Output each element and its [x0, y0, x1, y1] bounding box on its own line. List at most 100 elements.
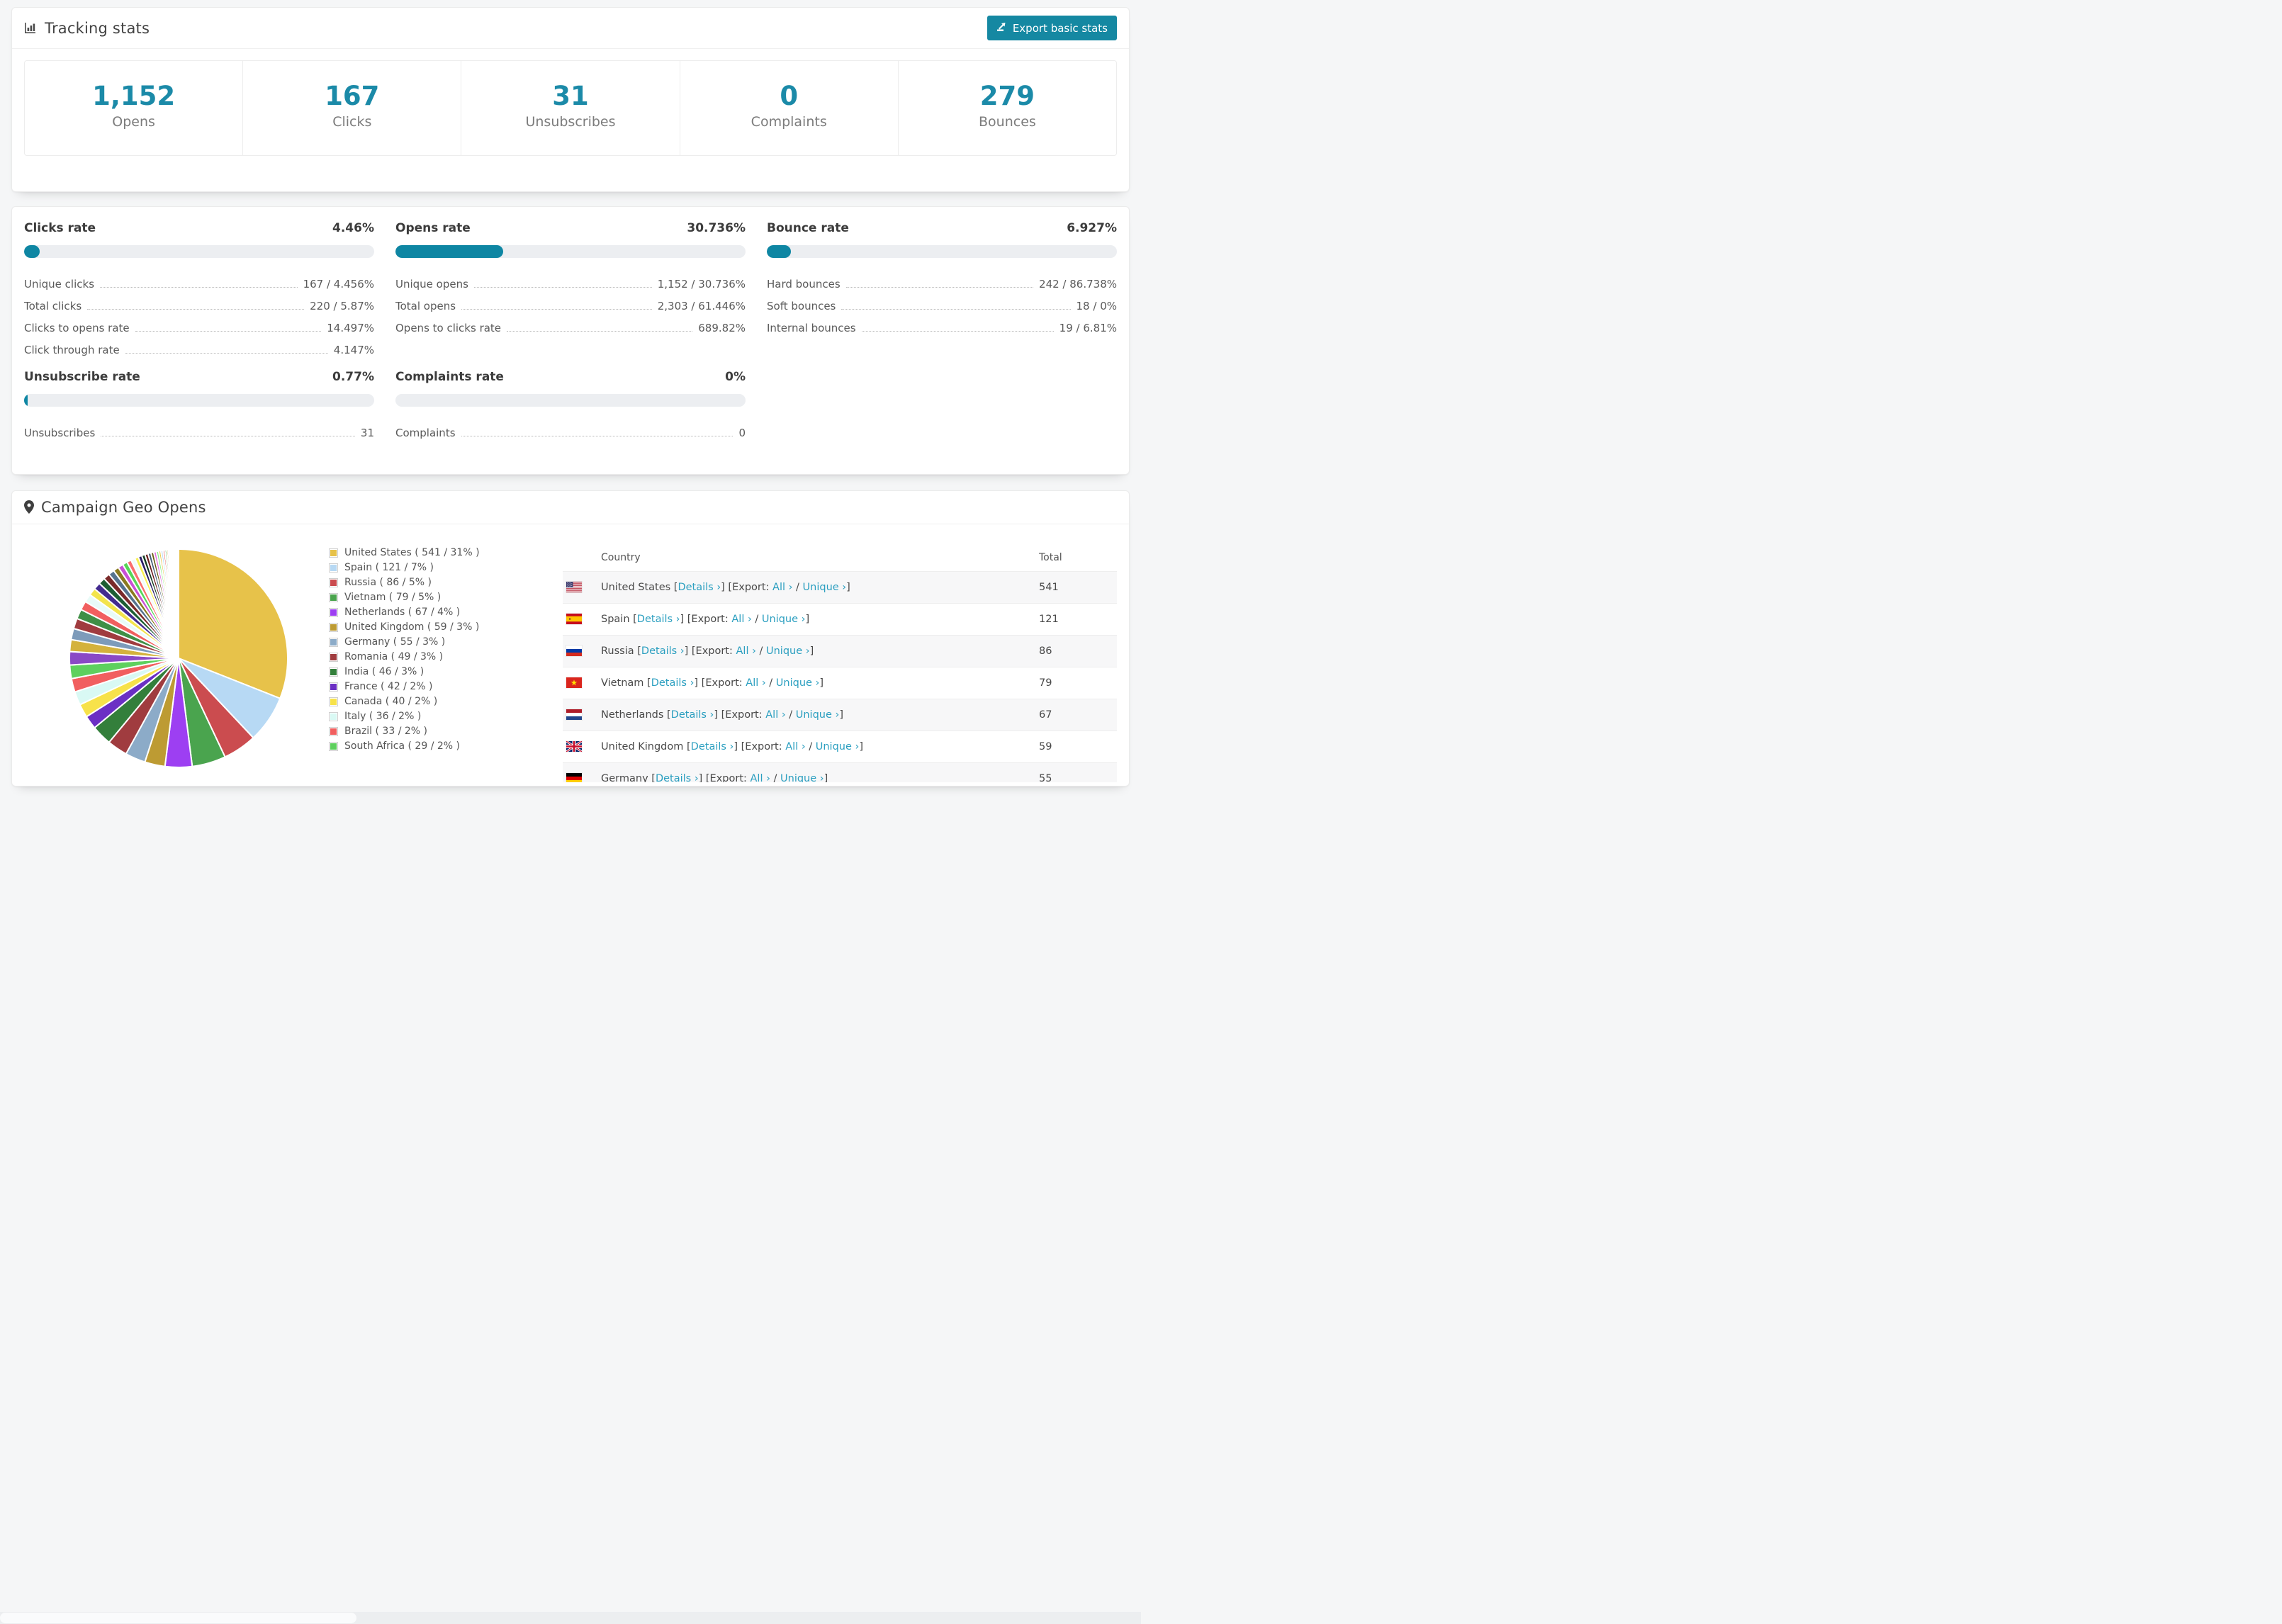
stat-box-bounces: 279 Bounces	[897, 60, 1118, 156]
rate-row-label: Soft bounces	[767, 300, 836, 313]
country-links: Vietnam [Details ›] [Export: All › / Uni…	[601, 677, 824, 689]
country-cell-td: Germany [Details ›] [Export: All › / Uni…	[563, 762, 1039, 782]
legend-label: Spain ( 121 / 7% )	[344, 562, 434, 574]
stat-value: 279	[979, 81, 1035, 111]
country-links: Netherlands [Details ›] [Export: All › /…	[601, 709, 843, 721]
total-cell: 55	[1039, 762, 1117, 782]
country-name: Spain	[601, 613, 634, 625]
export-unique-link[interactable]: Unique ›	[762, 614, 806, 625]
flag-gb	[566, 741, 582, 752]
export-all-link[interactable]: All ›	[736, 645, 756, 657]
export-unique-link[interactable]: Unique ›	[803, 582, 847, 593]
country-cell: Germany [Details ›] [Export: All › / Uni…	[563, 773, 1039, 782]
table-row-de: Germany [Details ›] [Export: All › / Uni…	[563, 762, 1117, 782]
bracket: ]	[805, 613, 810, 625]
rate-row: Unique opens 1,152 / 30.736%	[395, 274, 746, 295]
table-row-gb: United Kingdom [Details ›] [Export: All …	[563, 730, 1117, 763]
table-row-us: United States [Details ›] [Export: All ›…	[563, 571, 1117, 604]
rate-row: Unsubscribes 31	[24, 422, 374, 444]
details-link[interactable]: Details ›	[637, 614, 680, 625]
country-links: United Kingdom [Details ›] [Export: All …	[601, 741, 863, 752]
rate-progress-track	[24, 393, 374, 407]
map-pin-icon	[24, 500, 34, 514]
pie-svg	[68, 548, 288, 768]
rate-row-label: Total clicks	[24, 300, 82, 313]
legend-item: Canada ( 40 / 2% )	[329, 694, 563, 709]
country-name: Netherlands	[601, 709, 667, 721]
horizontal-scrollbar-thumb[interactable]	[0, 1613, 356, 1623]
country-name: United States	[601, 581, 674, 593]
legend-label: France ( 42 / 2% )	[344, 681, 433, 693]
bracket: ] [Export:	[698, 772, 751, 782]
legend-swatch	[329, 726, 338, 736]
details-link[interactable]: Details ›	[651, 677, 695, 689]
rate-title: Complaints rate	[395, 369, 504, 384]
bracket: ]	[824, 772, 828, 782]
legend-swatch	[329, 637, 338, 647]
legend-swatch	[329, 622, 338, 632]
export-unique-link[interactable]: Unique ›	[816, 741, 860, 752]
rate-progress-track	[767, 244, 1117, 258]
tracking-stats-card: Tracking stats Export basic stats 1,152 O…	[11, 7, 1130, 192]
rate-row-value: 0	[738, 427, 746, 440]
rate-head: Bounce rate 6.927%	[767, 221, 1117, 235]
export-all-link[interactable]: All ›	[746, 677, 765, 689]
legend-item: Italy ( 36 / 2% )	[329, 709, 563, 724]
details-link[interactable]: Details ›	[691, 741, 734, 752]
rate-rows: Unique clicks 167 / 4.456% Total clicks 220…	[24, 274, 374, 361]
rate-rows: Unsubscribes 31	[24, 422, 374, 444]
export-basic-stats-button[interactable]: Export basic stats	[987, 16, 1117, 40]
horizontal-scrollbar[interactable]	[0, 1612, 1141, 1624]
rate-progress-track	[395, 393, 746, 407]
rate-row-label: Unsubscribes	[24, 427, 96, 440]
country-links: Russia [Details ›] [Export: All › / Uniq…	[601, 645, 814, 657]
export-all-link[interactable]: All ›	[731, 614, 751, 625]
country-links: United States [Details ›] [Export: All ›…	[601, 582, 850, 593]
legend-swatch	[329, 563, 338, 573]
geo-header: Campaign Geo Opens	[12, 491, 1129, 524]
flag-vn	[566, 677, 582, 689]
bracket: ]	[846, 581, 850, 593]
export-all-link[interactable]: All ›	[751, 773, 770, 782]
legend-item: Romania ( 49 / 3% )	[329, 650, 563, 665]
details-link[interactable]: Details ›	[671, 709, 714, 721]
legend-label: South Africa ( 29 / 2% )	[344, 740, 460, 752]
export-unique-link[interactable]: Unique ›	[796, 709, 840, 721]
export-all-link[interactable]: All ›	[772, 582, 792, 593]
export-unique-link[interactable]: Unique ›	[780, 773, 824, 782]
export-all-link[interactable]: All ›	[765, 709, 785, 721]
table-row-es: Spain [Details ›] [Export: All › / Uniqu…	[563, 602, 1117, 636]
export-unique-link[interactable]: Unique ›	[766, 645, 810, 657]
dotted-leader	[507, 331, 693, 332]
export-all-link[interactable]: All ›	[785, 741, 805, 752]
table-row-vn: Vietnam [Details ›] [Export: All › / Uni…	[563, 666, 1117, 699]
rate-title: Clicks rate	[24, 220, 96, 235]
bracket: ] [Export:	[734, 740, 786, 752]
country-cell: Russia [Details ›] [Export: All › / Uniq…	[563, 645, 1039, 657]
rate-row-value: 18 / 0%	[1076, 300, 1117, 313]
export-unique-link[interactable]: Unique ›	[776, 677, 820, 689]
details-link[interactable]: Details ›	[678, 582, 721, 593]
stat-label: Bounces	[979, 113, 1036, 130]
flag-de	[566, 773, 582, 782]
export-icon	[996, 21, 1007, 35]
rate-progress-track	[395, 244, 746, 258]
rate-row: Clicks to opens rate 14.497%	[24, 317, 374, 339]
legend-swatch	[329, 592, 338, 602]
stat-value: 31	[552, 81, 589, 111]
stat-label: Opens	[112, 113, 155, 130]
rate-row: Total opens 2,303 / 61.446%	[395, 295, 746, 317]
rate-block-clicks-rate: Clicks rate 4.46% Unique clicks 167 / 4.456…	[24, 221, 374, 361]
legend-item: Russia ( 86 / 5% )	[329, 575, 563, 590]
legend-label: Vietnam ( 79 / 5% )	[344, 592, 442, 604]
country-cell-td: Spain [Details ›] [Export: All › / Uniqu…	[563, 602, 1039, 636]
details-link[interactable]: Details ›	[641, 645, 685, 657]
legend-label: Brazil ( 33 / 2% )	[344, 726, 427, 738]
rate-value: 6.927%	[1067, 220, 1117, 235]
tracking-stats-title: Tracking stats	[24, 20, 150, 37]
stat-value: 0	[780, 81, 799, 111]
column-header-total: Total	[1039, 543, 1117, 572]
details-link[interactable]: Details ›	[656, 773, 699, 782]
geo-table-container: Country Total United States [Details ›] …	[563, 543, 1117, 782]
rate-progress-fill	[767, 244, 792, 258]
